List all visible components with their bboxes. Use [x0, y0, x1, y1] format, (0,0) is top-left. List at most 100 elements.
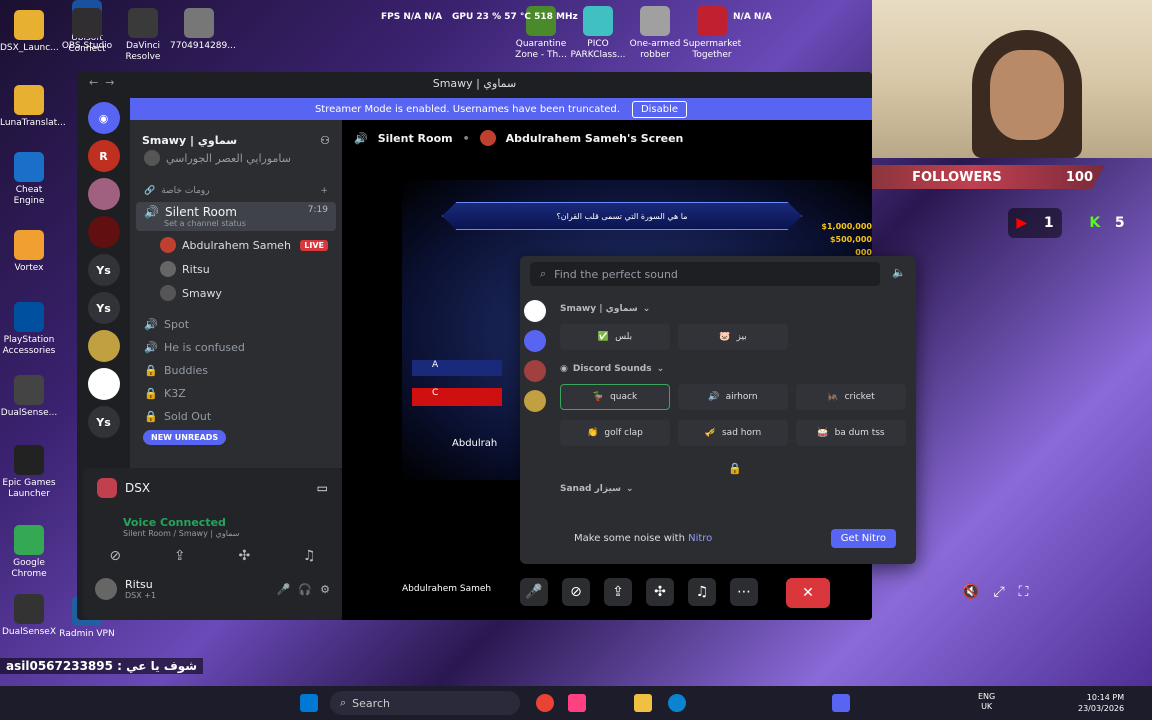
- avatar[interactable]: [524, 360, 546, 382]
- headset-icon[interactable]: 🎧: [298, 583, 312, 596]
- sound-button[interactable]: 🎺 sad horn: [678, 420, 788, 446]
- chrome-icon[interactable]: [536, 694, 554, 712]
- sound-server-list: [524, 300, 550, 420]
- desktop-icon[interactable]: Vortex: [0, 230, 58, 274]
- desktop-icon[interactable]: One-armed robber: [626, 6, 684, 61]
- server-icon[interactable]: [87, 216, 120, 248]
- windows-start-icon[interactable]: [300, 694, 318, 712]
- section-header[interactable]: Sanad سيزار ⌄: [560, 484, 634, 494]
- desktop-icon[interactable]: Google Chrome: [0, 525, 58, 580]
- desktop-icon[interactable]: DaVinci Resolve: [114, 8, 172, 63]
- plus-icon[interactable]: +: [320, 186, 328, 196]
- sound-search[interactable]: ⌕ Find the perfect sound: [530, 262, 880, 286]
- add-member-icon[interactable]: ⚇: [320, 134, 330, 147]
- desktop-icon[interactable]: DualSenseX: [0, 594, 58, 638]
- section-header[interactable]: ◉ Discord Sounds ⌄: [560, 364, 664, 374]
- camera-off-icon[interactable]: ⊘: [562, 578, 590, 606]
- server-icon[interactable]: [87, 178, 120, 210]
- channel-item[interactable]: 🔒 Buddies: [130, 359, 342, 382]
- desktop-icon[interactable]: OBS Studio: [58, 8, 116, 52]
- section-header[interactable]: Smawy | سماوي ⌄: [560, 304, 650, 314]
- desktop-icon[interactable]: DualSense...: [0, 375, 58, 419]
- desktop-icon[interactable]: DSX_Launc...: [0, 10, 59, 54]
- sound-button[interactable]: 🐷 بيز: [678, 324, 788, 350]
- avatar[interactable]: [95, 578, 117, 600]
- share-screen-icon[interactable]: ⇪: [174, 548, 186, 564]
- screen-icon[interactable]: ▭: [317, 481, 328, 495]
- mute-icon[interactable]: 🔇: [962, 584, 979, 600]
- category-header[interactable]: 🔗 رومات خاصة +: [130, 182, 342, 200]
- clock[interactable]: 10:14 PM 23/03/2026: [1078, 692, 1124, 714]
- desktop-icon[interactable]: 7704914289...: [170, 8, 236, 52]
- channel-item[interactable]: 🔊 He is confused: [130, 336, 342, 359]
- voice-member[interactable]: Smawy: [130, 281, 342, 305]
- avatar[interactable]: [524, 300, 546, 322]
- camera-icon[interactable]: ⊘: [109, 548, 121, 564]
- gear-icon[interactable]: ⚙: [320, 583, 330, 596]
- sound-emoji-icon: 🥁: [817, 428, 829, 438]
- server-icon[interactable]: Ys: [87, 254, 120, 286]
- share-screen-icon[interactable]: ⇪: [604, 578, 632, 606]
- language-indicator[interactable]: ENG UK: [978, 692, 995, 712]
- taskbar-search[interactable]: ⌕ Search: [330, 691, 520, 715]
- discord-home-icon[interactable]: ◉: [87, 102, 120, 134]
- desktop-icon[interactable]: Epic Games Launcher: [0, 445, 58, 500]
- question-bar: ما هي السورة التي تسمى قلب القران؟: [442, 202, 802, 230]
- avatar[interactable]: [524, 390, 546, 412]
- desktop-icon[interactable]: LunaTranslat...: [0, 85, 66, 129]
- soundboard-icon[interactable]: ♫: [688, 578, 716, 606]
- voice-panel: DSX ▭ Voice Connected Silent Room / Smaw…: [83, 468, 342, 620]
- activities-icon[interactable]: ✣: [646, 578, 674, 606]
- avatar: [160, 285, 176, 301]
- server-icon[interactable]: [87, 368, 120, 400]
- soundboard-icon[interactable]: ♫: [303, 548, 316, 564]
- voice-location[interactable]: Silent Room / Smawy | سماوي: [123, 529, 328, 538]
- voice-member[interactable]: Ritsu: [130, 257, 342, 281]
- link-icon: 🔗: [144, 186, 156, 196]
- more-icon[interactable]: ⋯: [730, 578, 758, 606]
- fullscreen-icon[interactable]: ⛶: [1019, 584, 1029, 600]
- activities-icon[interactable]: ✣: [238, 548, 250, 564]
- disconnect-button[interactable]: ✕: [786, 578, 830, 608]
- server-icon[interactable]: Ys: [87, 292, 120, 324]
- extra-stat: N/A N/A: [733, 12, 772, 22]
- channel-item[interactable]: 🔒 Sold Out: [130, 405, 342, 428]
- sound-button[interactable]: 🔊 airhorn: [678, 384, 788, 410]
- app-icon[interactable]: [568, 694, 586, 712]
- channel-item[interactable]: 🔊 Spot: [130, 313, 342, 336]
- member-name: Smawy: [182, 286, 222, 300]
- desktop-icon[interactable]: PlayStation Accessories: [0, 302, 58, 357]
- search-input[interactable]: Find the perfect sound: [554, 268, 678, 281]
- desktop-icon-label: PlayStation Accessories: [2, 335, 56, 356]
- mic-icon[interactable]: 🎤: [520, 578, 548, 606]
- server-icon[interactable]: Ys: [87, 406, 120, 438]
- disable-button[interactable]: Disable: [631, 100, 688, 118]
- channel-item[interactable]: سامورايي العصر الجوراسي: [130, 146, 342, 170]
- sound-button[interactable]: 👏 golf clap: [560, 420, 670, 446]
- discord-icon[interactable]: [524, 330, 546, 352]
- silent-room-channel[interactable]: 🔊 Silent Room 7:19 Set a channel status: [136, 202, 336, 231]
- sound-button[interactable]: 🦗 cricket: [796, 384, 906, 410]
- get-nitro-button[interactable]: Get Nitro: [830, 528, 896, 548]
- app-icon: [128, 8, 158, 38]
- server-icon[interactable]: [87, 330, 120, 362]
- volume-icon[interactable]: 🔈: [892, 266, 906, 279]
- app-icon: [14, 152, 44, 182]
- sound-emoji-icon: 🔊: [708, 392, 720, 402]
- edge-icon[interactable]: [668, 694, 686, 712]
- discord-taskbar-icon[interactable]: [832, 694, 850, 712]
- mic-icon[interactable]: 🎤: [277, 583, 291, 596]
- new-unreads-badge[interactable]: NEW UNREADS: [143, 430, 227, 445]
- sound-button[interactable]: 🦆 quack: [560, 384, 670, 410]
- sound-button[interactable]: 🥁 ba dum tss: [796, 420, 906, 446]
- back-arrow-icon[interactable]: ← →: [89, 76, 114, 89]
- server-icon[interactable]: R: [87, 140, 120, 172]
- sound-button[interactable]: ✅ بلس: [560, 324, 670, 350]
- voice-member[interactable]: Abdulrahem Sameh LIVE: [130, 233, 342, 257]
- gpu-stat: GPU 23 % 57 °C 518 MHz: [452, 12, 578, 22]
- explorer-icon[interactable]: [634, 694, 652, 712]
- channel-item[interactable]: 🔒 K3Z: [130, 382, 342, 405]
- desktop-icon[interactable]: Cheat Engine: [0, 152, 58, 207]
- lang-bottom: UK: [981, 702, 993, 711]
- popout-icon[interactable]: ⤢: [993, 584, 1004, 600]
